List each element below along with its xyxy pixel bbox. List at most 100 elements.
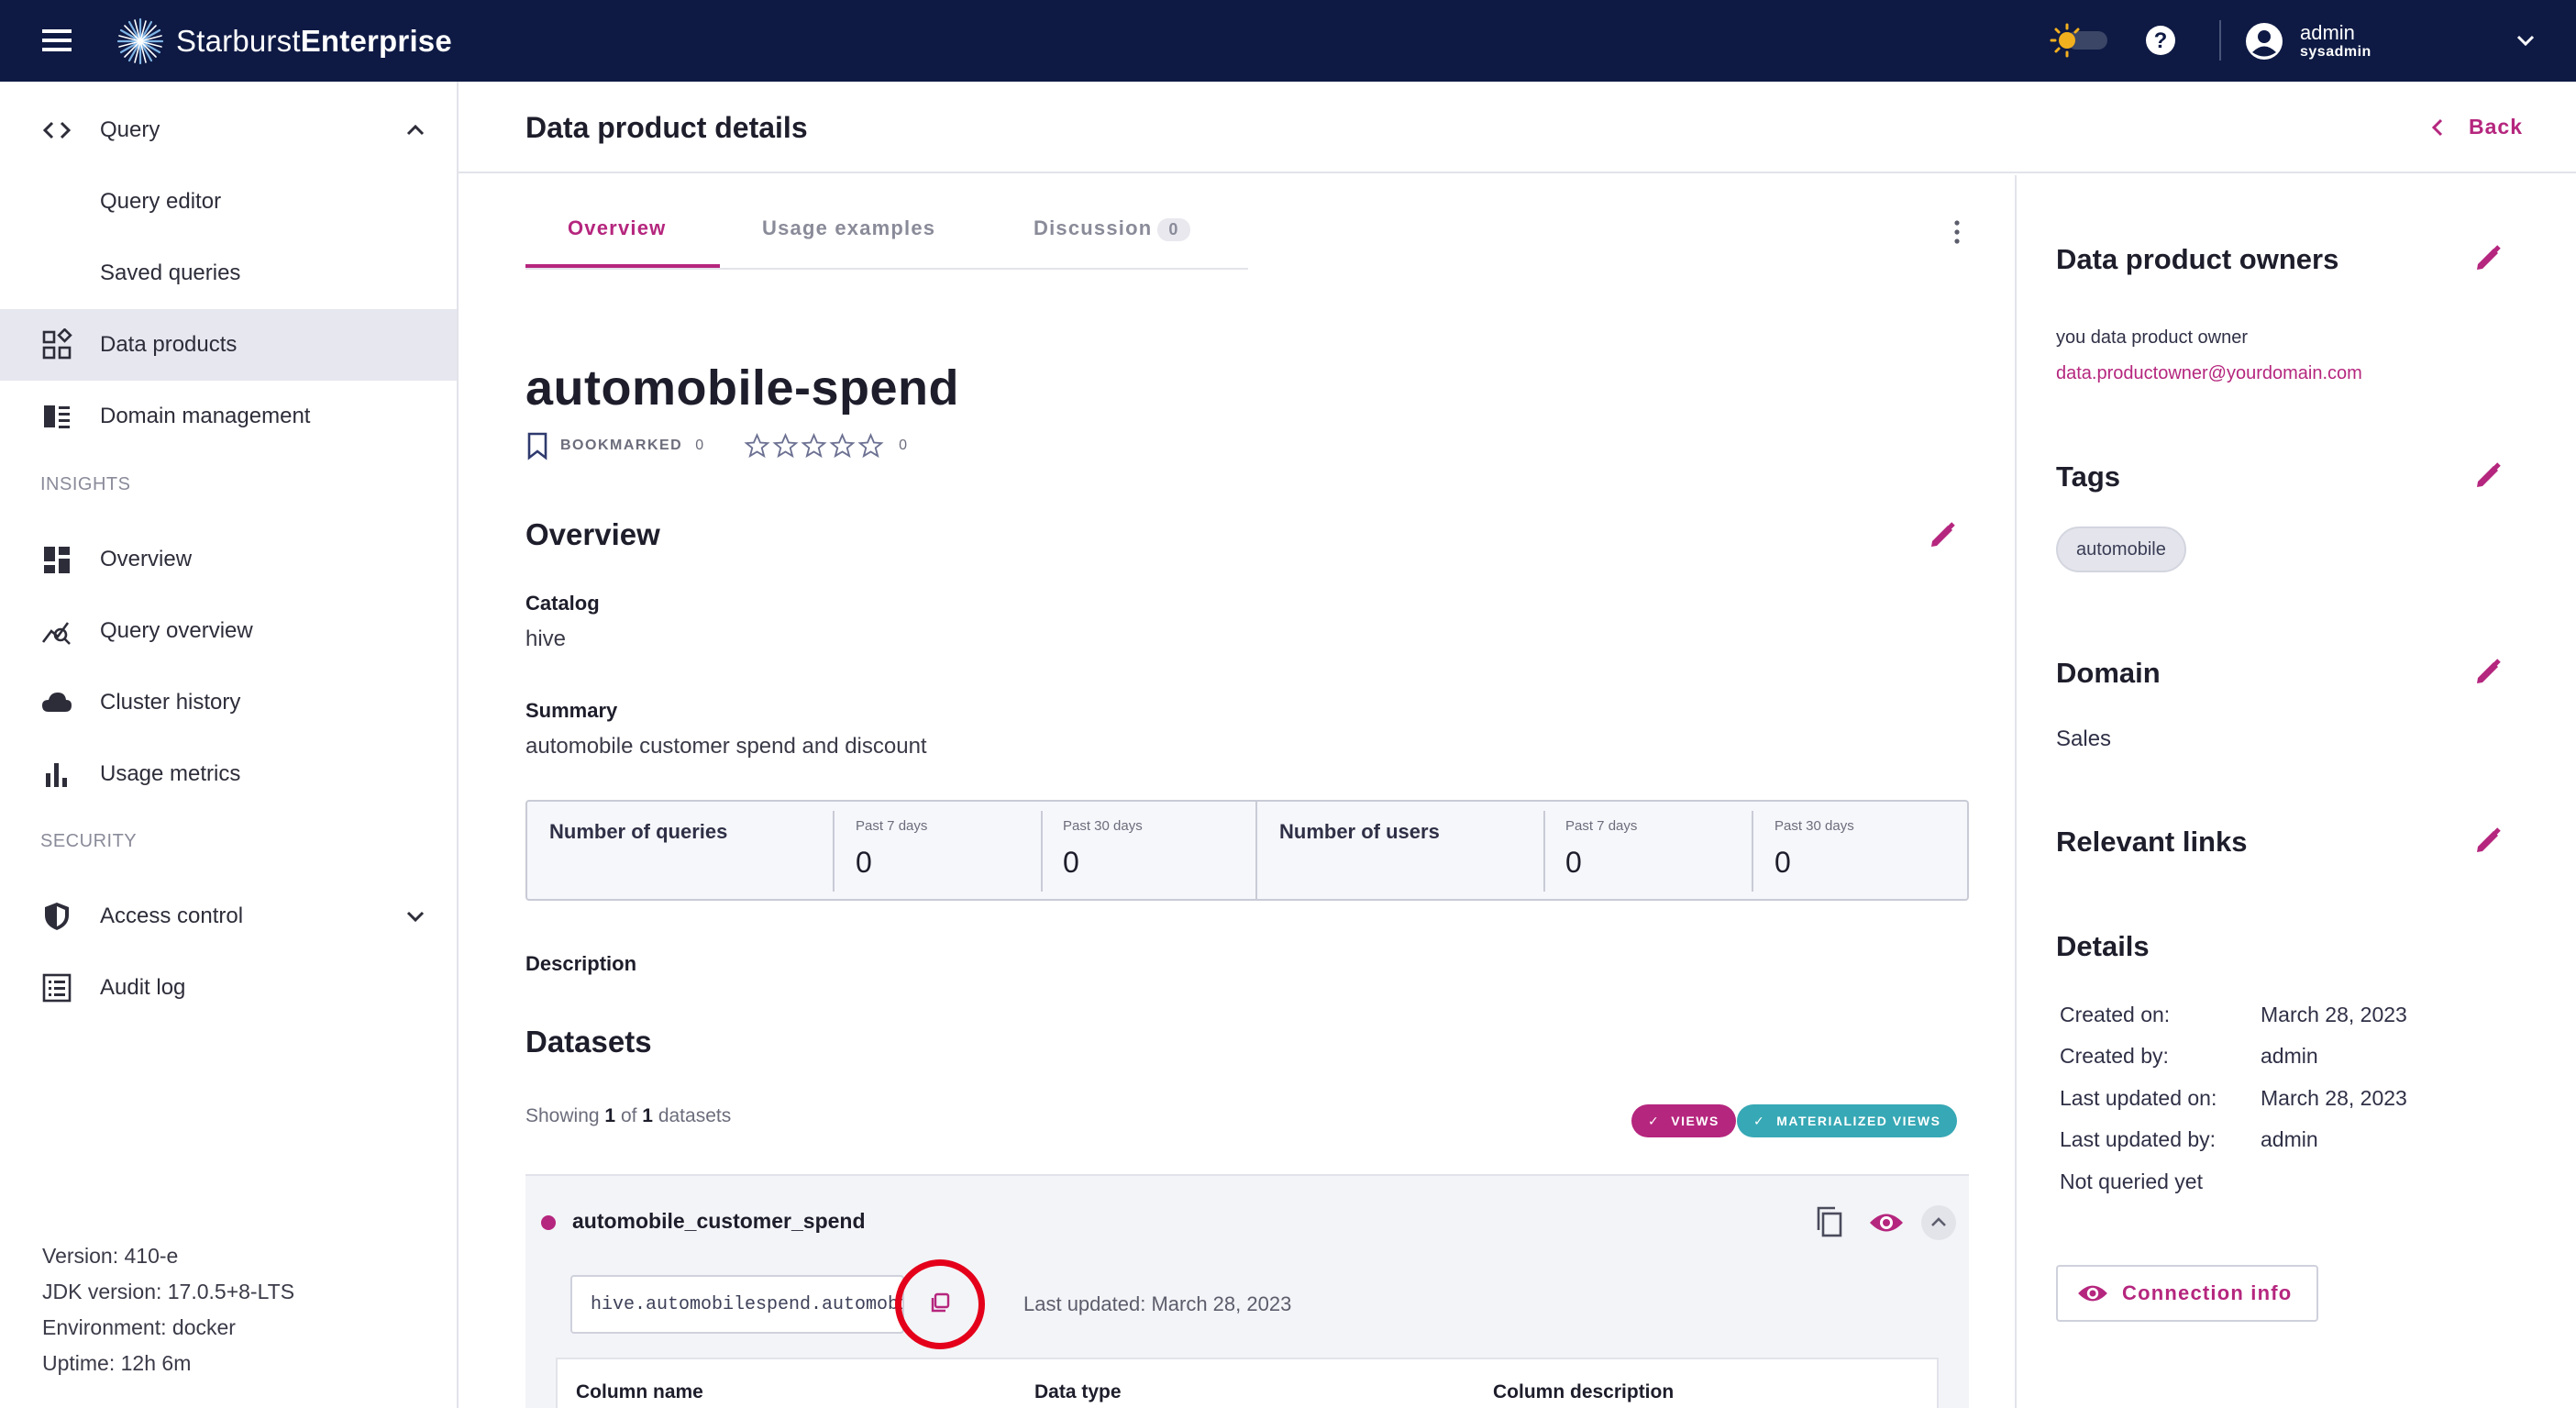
dashboard-icon [44,547,70,573]
bookmarked-count: 0 [695,438,704,453]
owner-email-link[interactable]: data.productowner@yourdomain.com [2056,363,2362,384]
active-tab-indicator [525,264,720,268]
number-of-queries-label: Number of queries [549,820,728,843]
domain-value: Sales [2056,726,2112,751]
sidebar-item-label: Saved queries [100,261,241,285]
detail-value: March 28, 2023 [2261,1003,2407,1026]
sidebar-item-label: Query overview [100,618,253,643]
user-menu[interactable]: admin sysadmin [2243,17,2371,66]
starburst-logo[interactable]: StarburstEnterprise [116,17,452,66]
columns-table-header: Column name Data type Column description [556,1358,1939,1408]
copy-icon[interactable] [1811,1203,1848,1240]
queries-past-30-value: 0 [1063,846,1079,879]
edit-domain-pencil-icon[interactable] [2471,656,2504,689]
star-icon[interactable] [829,433,856,459]
chevron-down-icon[interactable] [402,903,429,930]
users-past-30-value: 0 [1774,846,1791,879]
discussion-count-badge: 0 [1157,218,1190,241]
tag-chip[interactable]: automobile [2056,527,2186,572]
sidebar-item-query-overview[interactable]: Query overview [0,595,457,667]
sidebar-item-data-products[interactable]: Data products [0,309,457,381]
stats-divider [1752,811,1753,892]
domain-icon [44,405,70,428]
sidebar-item-domain-management[interactable]: Domain management [0,381,457,452]
section-label-security: SECURITY [40,831,138,851]
connection-info-button[interactable]: Connection info [2056,1265,2318,1322]
edit-owners-pencil-icon[interactable] [2471,242,2504,275]
stats-divider [1543,811,1545,892]
showing-total: 1 [642,1105,653,1126]
cloud-icon [42,693,72,712]
relevant-links-heading: Relevant links [2056,826,2248,858]
jdk-text: JDK version: 17.0.5+8-LTS [42,1280,295,1303]
showing-of: of [620,1105,637,1126]
chevron-up-icon[interactable] [402,116,429,144]
section-label-insights: INSIGHTS [40,474,131,494]
dataset-type-dot [541,1215,556,1230]
help-icon[interactable]: ? [2142,22,2179,59]
menu-icon[interactable] [40,27,73,54]
tab-usage-examples[interactable]: Usage examples [762,216,935,240]
logo-text-light: Starburst [176,24,301,58]
sidebar-item-usage-metrics[interactable]: Usage metrics [0,738,457,810]
owner-name: you data product owner [2056,327,2249,348]
edit-overview-pencil-icon[interactable] [1926,519,1959,552]
filter-views-label: VIEWS [1671,1114,1719,1128]
edit-links-pencil-icon[interactable] [2471,825,2504,858]
collapse-button[interactable] [1921,1205,1956,1240]
number-of-users-label: Number of users [1279,820,1440,843]
summary-label: Summary [525,699,618,722]
theme-toggle[interactable] [2047,22,2111,59]
sidebar-item-label: Query [100,117,160,142]
filter-materialized-views-chip[interactable]: ✓ MATERIALIZED VIEWS [1737,1104,1958,1137]
sidebar-item-query[interactable]: Query [0,94,457,166]
filter-materialized-label: MATERIALIZED VIEWS [1776,1114,1941,1128]
highlight-annotation-circle [895,1259,985,1349]
sidebar-item-label: Data products [100,332,238,357]
user-avatar-icon [2246,23,2283,60]
more-options-icon[interactable] [1946,216,1968,248]
description-label: Description [525,952,637,975]
sidebar-item-access-control[interactable]: Access control [0,881,457,952]
page-header: Data product details Back [459,82,2576,173]
dataset-path-text: hive.automobilespend.automobile_customer… [591,1294,902,1315]
eye-icon[interactable] [1868,1207,1905,1238]
dataset-path-field[interactable]: hive.automobilespend.automobile_customer… [570,1275,904,1334]
summary-value: automobile customer spend and discount [525,734,927,759]
sidebar-item-label: Usage metrics [100,761,241,786]
dataset-last-updated: Last updated: March 28, 2023 [1023,1292,1292,1315]
sidebar-item-cluster-history[interactable]: Cluster history [0,667,457,738]
domain-heading: Domain [2056,657,2161,689]
queries-past-7-label: Past 7 days [856,818,928,834]
star-icon[interactable] [857,433,884,459]
rating-stars[interactable] [744,433,886,459]
detail-label: Created on: [2060,1003,2171,1026]
detail-label: Last updated by: [2060,1127,2217,1151]
queries-past-7-value: 0 [856,846,872,879]
edit-tags-pencil-icon[interactable] [2471,460,2504,493]
sidebar-item-saved-queries[interactable]: Saved queries [0,238,457,309]
sidebar-item-overview[interactable]: Overview [0,524,457,595]
datasets-heading: Datasets [525,1025,652,1059]
chevron-down-icon[interactable] [2513,28,2538,53]
catalog-label: Catalog [525,592,600,615]
tags-heading: Tags [2056,460,2121,493]
logo-text: StarburstEnterprise [176,24,452,59]
showing-suffix: datasets [658,1105,732,1126]
star-icon[interactable] [801,433,827,459]
tab-discussion[interactable]: Discussion 0 [1034,216,1190,241]
star-icon[interactable] [772,433,799,459]
back-button[interactable]: Back [2430,115,2523,139]
detail-value: March 28, 2023 [2261,1086,2407,1110]
tab-overview[interactable]: Overview [568,216,666,240]
dataset-name[interactable]: automobile_customer_spend [572,1209,866,1234]
uptime-text: Uptime: 12h 6m [42,1351,192,1375]
details-heading: Details [2056,930,2150,962]
sidebar-item-audit-log[interactable]: Audit log [0,952,457,1024]
star-icon[interactable] [744,433,770,459]
bookmark-icon[interactable] [525,431,549,460]
product-meta-row: BOOKMARKED 0 0 [525,431,907,460]
sidebar-item-query-editor[interactable]: Query editor [0,166,457,238]
filter-views-chip[interactable]: ✓ VIEWS [1631,1104,1736,1137]
detail-value: admin [2261,1127,2318,1151]
